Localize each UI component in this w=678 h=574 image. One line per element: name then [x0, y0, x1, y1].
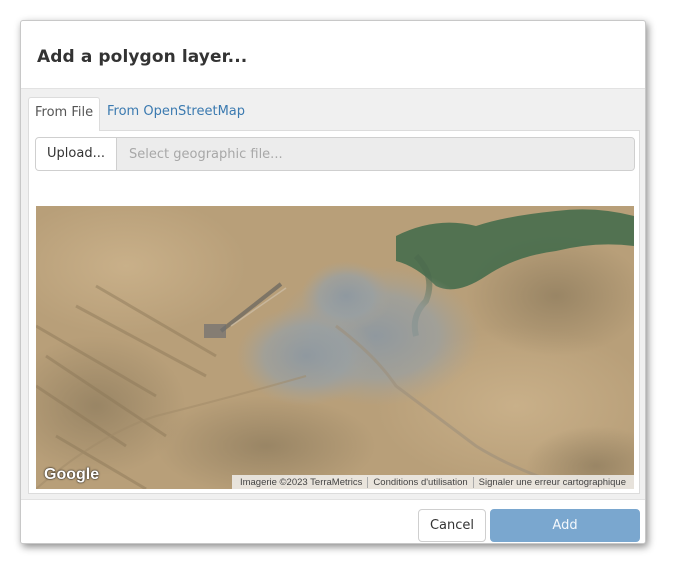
satellite-imagery	[36, 206, 634, 489]
report-map-error-link[interactable]: Signaler une erreur cartographique	[472, 476, 631, 488]
from-file-panel: Upload... Select geographic file... Goog…	[28, 130, 640, 494]
terms-of-use-link[interactable]: Conditions d'utilisation	[367, 476, 472, 488]
geographic-file-input[interactable]	[117, 138, 634, 170]
dialog-body: From File From OpenStreetMap Upload... S…	[21, 89, 645, 499]
file-picker: Upload...	[35, 137, 635, 171]
imagery-credit: Imagerie ©2023 TerraMetrics	[239, 476, 363, 488]
add-button[interactable]: Add	[490, 509, 640, 542]
dialog-title: Add a polygon layer...	[37, 47, 248, 67]
add-polygon-layer-dialog: Add a polygon layer... From File From Op…	[20, 20, 646, 544]
dialog-header: Add a polygon layer...	[21, 21, 645, 89]
google-logo: Google	[44, 466, 100, 483]
tab-from-file[interactable]: From File	[28, 97, 101, 131]
map-attribution: Imagerie ©2023 TerraMetrics Conditions d…	[231, 475, 634, 489]
upload-button[interactable]: Upload...	[36, 138, 117, 170]
dialog-footer: Cancel Add	[21, 499, 645, 543]
tab-from-openstreetmap[interactable]: From OpenStreetMap	[101, 97, 251, 131]
map-view[interactable]: Google Imagerie ©2023 TerraMetrics Condi…	[36, 206, 634, 489]
cancel-button[interactable]: Cancel	[418, 509, 486, 542]
